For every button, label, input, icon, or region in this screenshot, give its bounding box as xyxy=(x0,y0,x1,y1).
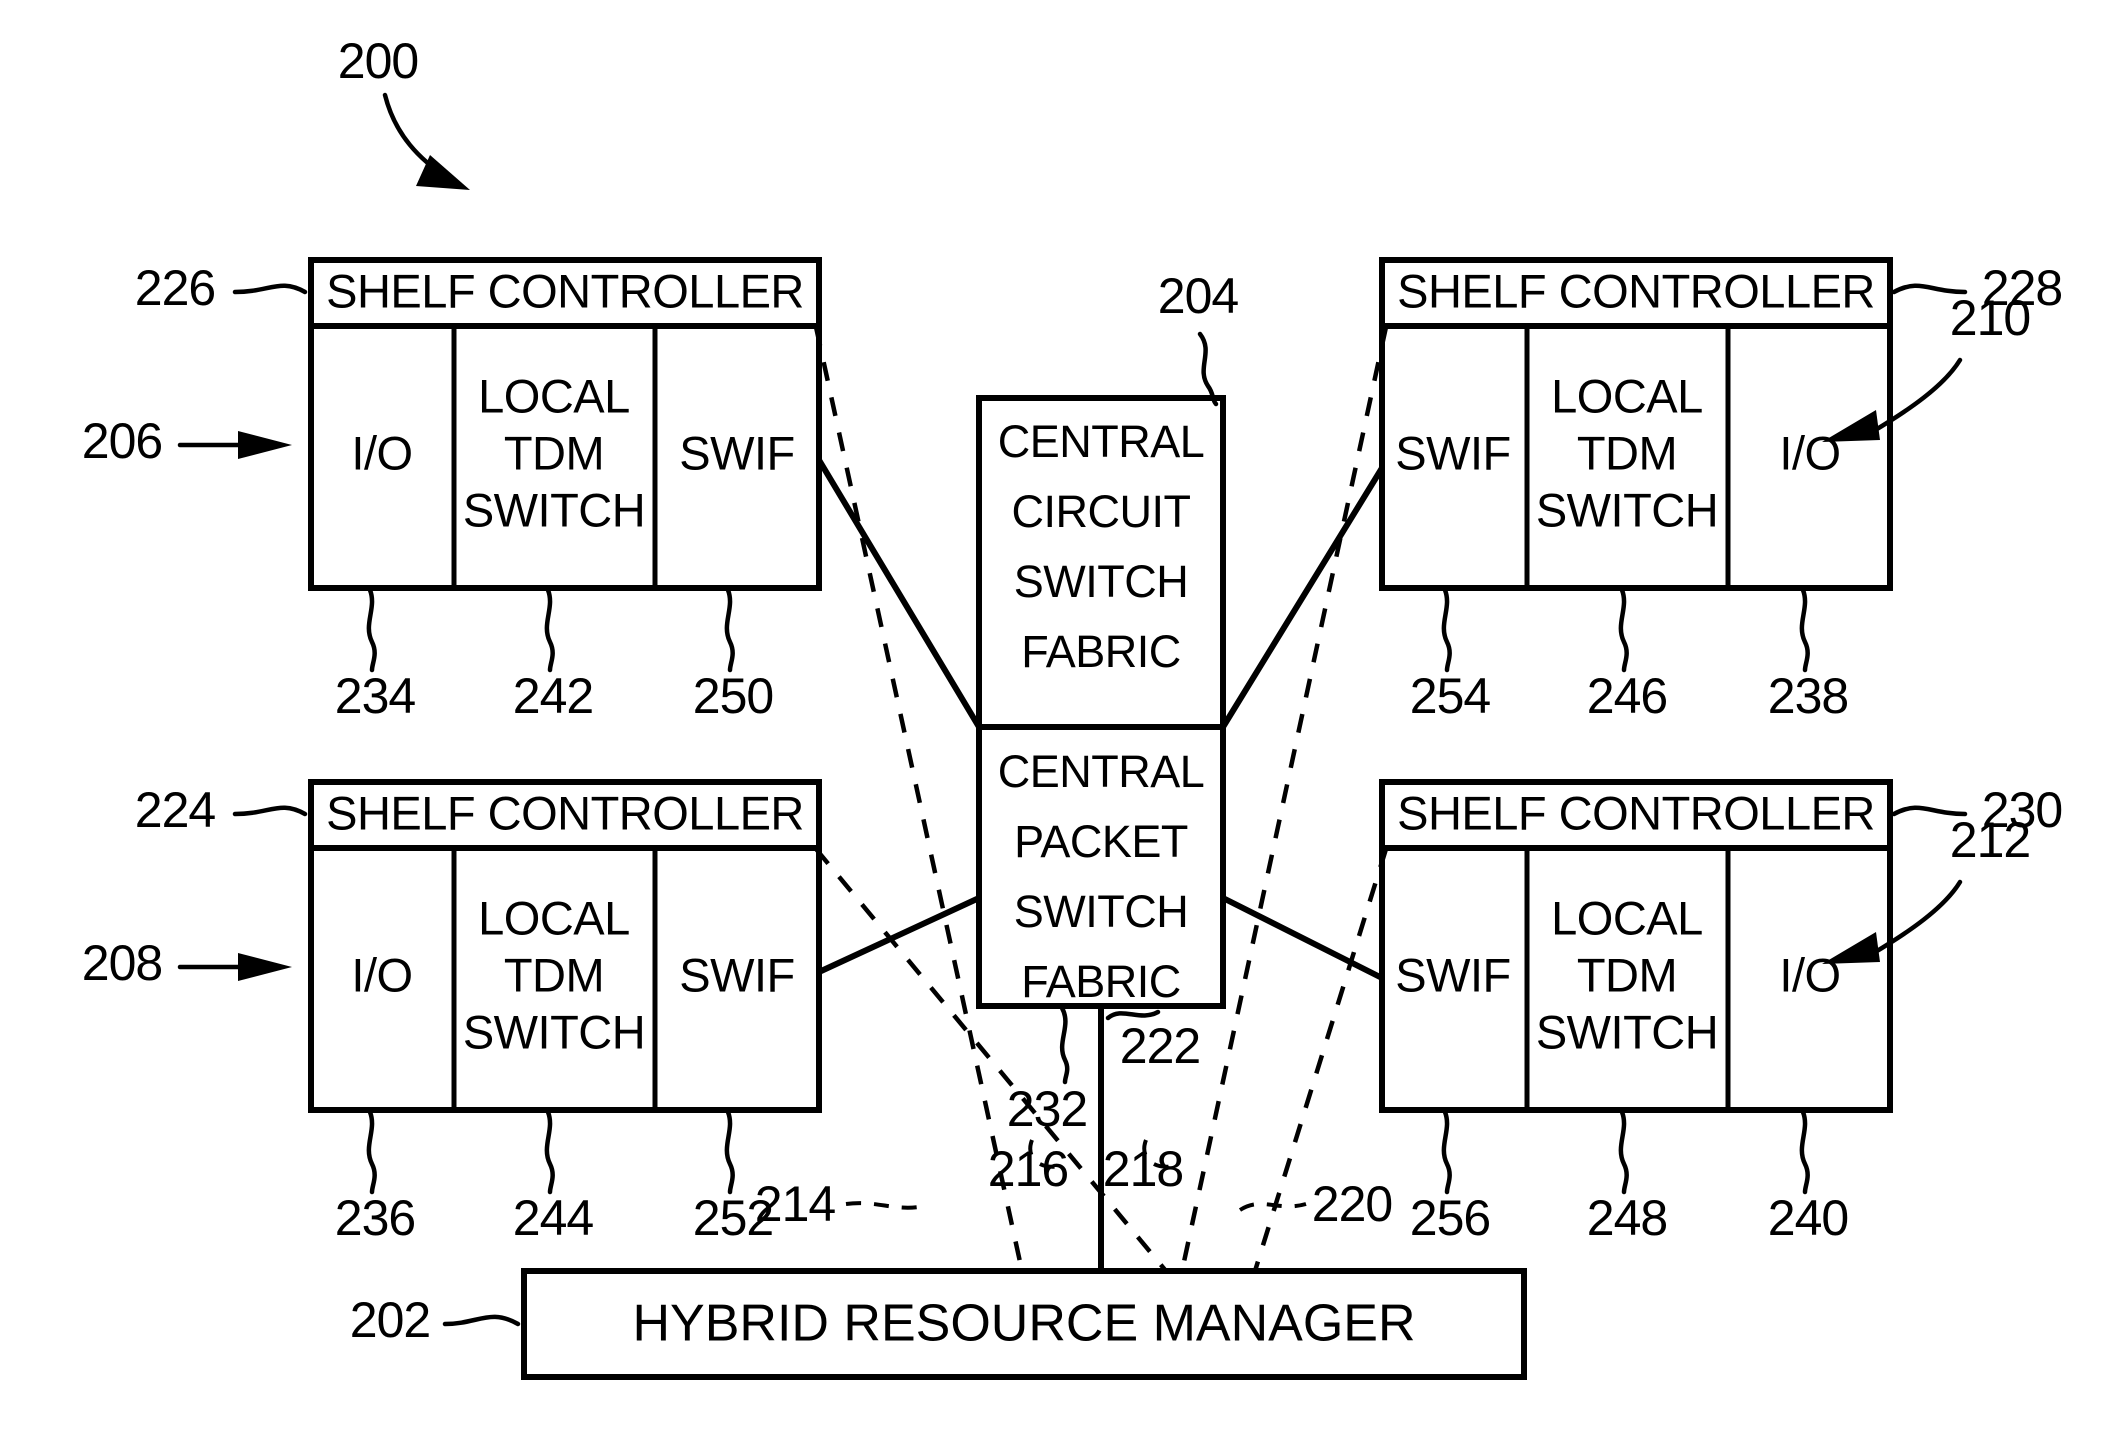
shelf-210-cell-1-ref: 246 xyxy=(1587,668,1667,724)
shelf-208-cell-1-line-0: LOCAL xyxy=(478,891,630,944)
shelf-210-cell-1-line-1: TDM xyxy=(1577,426,1677,479)
central-packet-line-2: SWITCH xyxy=(1014,886,1188,937)
link-swif250-to-fabric xyxy=(816,457,982,730)
shelf-212-cell-0-ref: 256 xyxy=(1410,1190,1490,1246)
shelf-206-cell-2-line-0: SWIF xyxy=(679,426,794,479)
shelf-210-cell-0-ref: 254 xyxy=(1410,668,1491,724)
shelf-206-controller-label: SHELF CONTROLLER xyxy=(326,264,804,317)
shelf-206-cell-1-leader xyxy=(544,587,555,673)
shelf-210-ref: 210 xyxy=(1950,290,2030,346)
shelf-206-cell-1-ref: 242 xyxy=(513,668,593,724)
shelf-212-cell-1-line-1: TDM xyxy=(1577,948,1677,1001)
diagram-svg: 200 SHELF CONTROLLER I/O LOCAL TDM SWITC… xyxy=(82,33,2063,1380)
shelf-210-cell-0-leader xyxy=(1441,587,1452,673)
shelf-206-cell-0-leader xyxy=(366,587,377,673)
shelf-210-controller-label: SHELF CONTROLLER xyxy=(1397,264,1875,317)
shelf-212-cell-2-line-0: I/O xyxy=(1779,948,1840,1001)
shelf-208-cell-0-ref: 236 xyxy=(335,1190,415,1246)
shelf-208-cell-1-leader xyxy=(544,1109,555,1195)
shelf-210-cell-2-ref: 238 xyxy=(1768,668,1848,724)
shelf-212-cell-1-leader xyxy=(1618,1109,1629,1195)
ctrl-218-ref: 218 xyxy=(1103,1141,1183,1197)
central-fabric-ref-leader xyxy=(1197,331,1219,407)
bus-232-leader xyxy=(1059,1005,1070,1085)
shelf-210-cell-2-line-0: I/O xyxy=(1779,426,1840,479)
shelf-206-controller-leader xyxy=(232,283,308,295)
shelf-210-cell-1-line-2: SWITCH xyxy=(1536,483,1718,536)
shelf-206-cell-1-line-1: TDM xyxy=(504,426,604,479)
ctrl-216-ref: 216 xyxy=(988,1141,1068,1197)
bus-232-ref: 232 xyxy=(1007,1081,1087,1137)
shelf-208-cell-1-ref: 244 xyxy=(513,1190,594,1246)
shelf-208-controller-ref: 224 xyxy=(135,782,216,838)
shelf-212-cell-0-line-0: SWIF xyxy=(1395,948,1510,1001)
shelf-210-cell-2-leader xyxy=(1799,587,1810,673)
shelf-206-ref: 206 xyxy=(82,413,162,469)
central-packet-line-0: CENTRAL xyxy=(998,746,1205,797)
shelf-212-ref: 212 xyxy=(1950,812,2030,868)
shelf-212-cell-0-leader xyxy=(1441,1109,1452,1195)
shelf-208-ref-arrowhead xyxy=(238,953,292,981)
ctrl-214-ref: 214 xyxy=(755,1176,836,1232)
shelf-208-controller-leader xyxy=(232,805,308,817)
shelf-208-cell-2-line-0: SWIF xyxy=(679,948,794,1001)
central-packet-line-1: PACKET xyxy=(1014,816,1188,867)
central-circuit-line-1: CIRCUIT xyxy=(1012,486,1191,537)
shelf-206-cell-0-line-0: I/O xyxy=(351,426,412,479)
shelf-208-cell-0-line-0: I/O xyxy=(351,948,412,1001)
figure-number-200 xyxy=(382,92,470,190)
bus-222-ref: 222 xyxy=(1120,1018,1200,1074)
figure-number-label: 200 xyxy=(338,33,418,89)
central-circuit-line-3: FABRIC xyxy=(1021,626,1181,677)
shelf-206-ref-arrowhead xyxy=(238,431,292,459)
central-packet-line-3: FABRIC xyxy=(1021,956,1181,1007)
shelf-212-cell-1-line-2: SWITCH xyxy=(1536,1005,1718,1058)
central-circuit-line-0: CENTRAL xyxy=(998,416,1205,467)
hrm-ref-leader xyxy=(442,1314,521,1327)
shelf-212-cell-2-ref: 240 xyxy=(1768,1190,1848,1246)
ctrl-ref-214-leader xyxy=(845,1201,926,1210)
shelf-206-cell-0-ref: 234 xyxy=(335,668,416,724)
shelf-208-cell-1-line-2: SWITCH xyxy=(463,1005,645,1058)
shelf-210-cell-1-line-0: LOCAL xyxy=(1551,369,1703,422)
shelf-212-cell-1-line-0: LOCAL xyxy=(1551,891,1703,944)
hybrid-resource-manager-ref: 202 xyxy=(350,1292,430,1348)
shelf-206-cell-2-leader xyxy=(724,587,735,673)
hybrid-resource-manager-label: HYBRID RESOURCE MANAGER xyxy=(633,1295,1416,1353)
shelf-210-cell-1-leader xyxy=(1618,587,1629,673)
shelf-208-cell-1-line-1: TDM xyxy=(504,948,604,1001)
shelf-212-controller-label: SHELF CONTROLLER xyxy=(1397,786,1875,839)
shelf-208-cell-2-leader xyxy=(724,1109,735,1195)
central-circuit-line-2: SWITCH xyxy=(1014,556,1188,607)
shelf-212-cell-1-ref: 248 xyxy=(1587,1190,1667,1246)
shelf-206-controller-ref: 226 xyxy=(135,260,215,316)
shelf-206-cell-2-ref: 250 xyxy=(693,668,773,724)
bus-222-leader xyxy=(1105,1009,1161,1021)
shelf-210-cell-0-line-0: SWIF xyxy=(1395,426,1510,479)
shelf-212-cell-2-leader xyxy=(1799,1109,1810,1195)
patent-figure-canvas: 200 SHELF CONTROLLER I/O LOCAL TDM SWITC… xyxy=(0,0,2121,1433)
central-fabric-ref: 204 xyxy=(1158,268,1239,324)
link-swif254-to-fabric xyxy=(1220,465,1385,730)
shelf-208-ref: 208 xyxy=(82,935,162,991)
shelf-206-cell-1-line-0: LOCAL xyxy=(478,369,630,422)
shelf-208-controller-label: SHELF CONTROLLER xyxy=(326,786,804,839)
shelf-208-cell-0-leader xyxy=(366,1109,377,1195)
shelf-206-cell-1-line-2: SWITCH xyxy=(463,483,645,536)
ctrl-220-ref: 220 xyxy=(1312,1176,1392,1232)
